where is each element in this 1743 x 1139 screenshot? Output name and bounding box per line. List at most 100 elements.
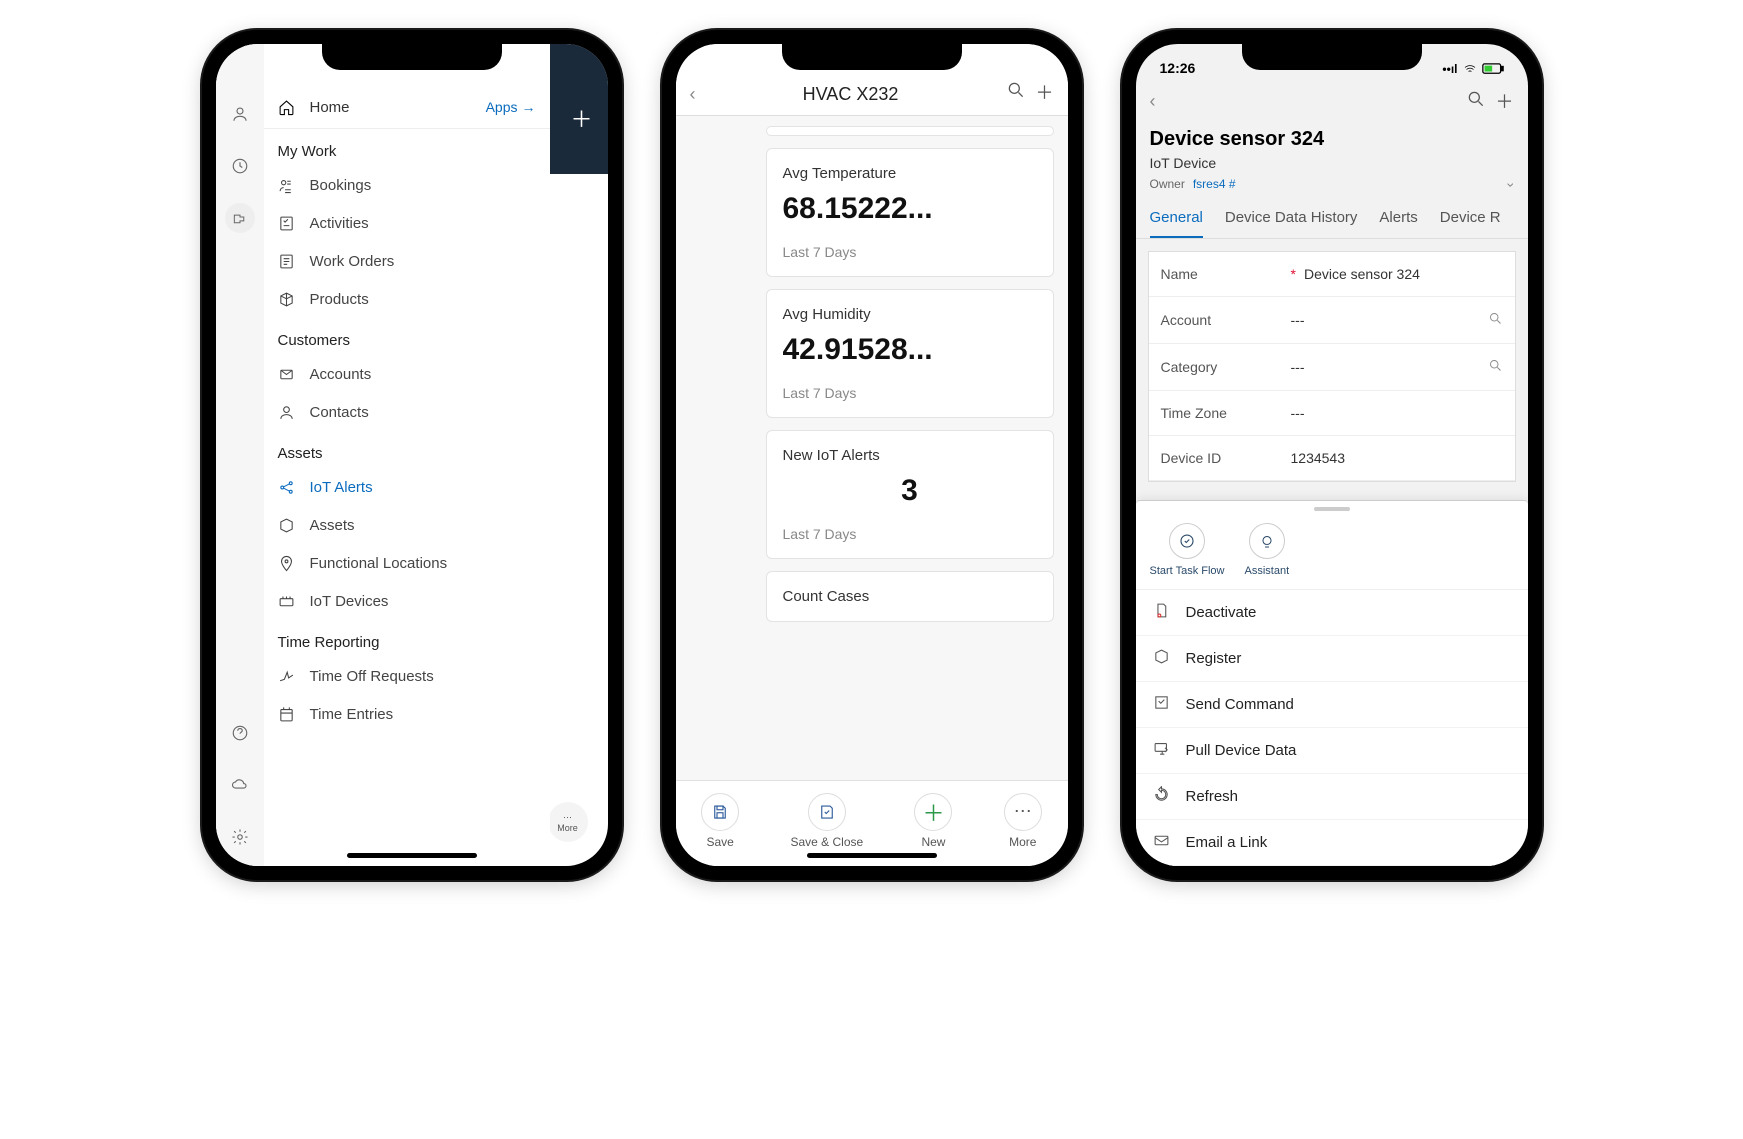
person-icon[interactable] <box>225 99 255 129</box>
nav-contacts[interactable]: Contacts <box>264 393 550 431</box>
nav-iotalerts[interactable]: IoT Alerts <box>264 468 550 506</box>
action-sendcommand[interactable]: Send Command <box>1136 682 1528 728</box>
tab-devicer[interactable]: Device R <box>1440 209 1501 238</box>
tab-history[interactable]: Device Data History <box>1225 209 1358 238</box>
help-icon[interactable] <box>225 718 255 748</box>
card-label: Count Cases <box>783 588 1037 605</box>
action-refresh[interactable]: Refresh <box>1136 774 1528 820</box>
field-category[interactable]: Category--- <box>1149 344 1515 391</box>
nav-locations[interactable]: Functional Locations <box>264 544 550 582</box>
card-sub: Last 7 Days <box>783 385 1037 401</box>
action-deactivate[interactable]: Deactivate <box>1136 590 1528 636</box>
field-name[interactable]: Name*Device sensor 324 <box>1149 252 1515 297</box>
deactivate-icon <box>1152 602 1172 623</box>
assets-icon <box>278 516 296 534</box>
tab-general[interactable]: General <box>1150 209 1203 238</box>
section-time: Time Reporting <box>264 620 550 657</box>
back-icon[interactable]: ‹ <box>690 84 696 105</box>
iotalerts-icon <box>278 478 296 496</box>
nav-workorders[interactable]: Work Orders <box>264 242 550 280</box>
search-icon[interactable] <box>1466 89 1486 114</box>
action-register[interactable]: Register <box>1136 636 1528 682</box>
bookings-icon <box>278 176 296 194</box>
record-title: Device sensor 324 <box>1136 124 1528 151</box>
field-deviceid[interactable]: Device ID1234543 <box>1149 436 1515 481</box>
back-icon[interactable]: ‹ <box>1150 91 1156 112</box>
cloud-icon[interactable] <box>225 770 255 800</box>
lookup-icon[interactable] <box>1488 311 1503 329</box>
saveclose-icon <box>808 793 846 831</box>
add-icon[interactable]: ＋ <box>1496 88 1514 114</box>
nav-products[interactable]: Products <box>264 280 550 318</box>
owner-link[interactable]: fsres4 # <box>1193 177 1236 193</box>
clock-icon[interactable] <box>225 151 255 181</box>
rail <box>216 44 264 866</box>
phone-device: 12:26 ••ıl ‹ ＋ Device sensor 324 IoT Dev… <box>1122 30 1542 880</box>
card-humidity[interactable]: Avg Humidity 42.91528... Last 7 Days <box>766 289 1054 418</box>
card-cases[interactable]: Count Cases <box>766 571 1054 622</box>
section-assets: Assets <box>264 431 550 468</box>
card-value: 42.91528... <box>783 333 1037 367</box>
action-emaillink[interactable]: Email a Link <box>1136 820 1528 866</box>
taskflow-icon <box>1169 523 1205 559</box>
assistant-icon <box>1249 523 1285 559</box>
home-icon <box>278 98 296 116</box>
products-icon <box>278 290 296 308</box>
card-label: New IoT Alerts <box>783 447 1037 464</box>
tab-alerts[interactable]: Alerts <box>1379 209 1417 238</box>
nav-assets[interactable]: Assets <box>264 506 550 544</box>
pin-icon[interactable] <box>225 203 255 233</box>
card-sub: Last 7 Days <box>783 526 1037 542</box>
nav-timeentries[interactable]: Time Entries <box>264 695 550 733</box>
accounts-icon <box>278 365 296 383</box>
card-alerts[interactable]: New IoT Alerts 3 Last 7 Days <box>766 430 1054 559</box>
field-account[interactable]: Account--- <box>1149 297 1515 344</box>
chip-assistant[interactable]: Assistant <box>1245 523 1290 577</box>
pulldata-icon <box>1152 740 1172 761</box>
nav-activities[interactable]: Activities <box>264 204 550 242</box>
tabs: General Device Data History Alerts Devic… <box>1136 199 1528 239</box>
card-temperature[interactable]: Avg Temperature 68.15222... Last 7 Days <box>766 148 1054 277</box>
card-value: 3 <box>783 474 1037 508</box>
nav-drawer: Home Apps → My Work Bookings Activities … <box>216 44 550 866</box>
nav-home[interactable]: Home Apps → <box>264 86 550 129</box>
register-icon <box>1152 648 1172 669</box>
search-icon[interactable] <box>1006 80 1026 105</box>
save-button[interactable]: Save <box>701 793 739 849</box>
timeoff-icon <box>278 667 296 685</box>
contacts-icon <box>278 403 296 421</box>
apps-link[interactable]: Apps → <box>486 99 536 115</box>
add-icon[interactable]: ＋ <box>570 102 592 134</box>
new-button[interactable]: ＋New <box>914 793 952 849</box>
saveclose-button[interactable]: Save & Close <box>790 793 863 849</box>
add-icon[interactable]: ＋ <box>1036 79 1054 105</box>
more-icon: ⋯ <box>1004 793 1042 831</box>
chevron-down-icon[interactable]: › <box>1503 183 1519 188</box>
phone-dashboard: ‹ HVAC X232 ＋ Avg Temperature 68.15222..… <box>662 30 1082 880</box>
action-sheet: Start Task Flow Assistant Deactivate Reg… <box>1136 500 1528 866</box>
owner-row: Owner fsres4 # › <box>1136 171 1528 199</box>
section-mywork: My Work <box>264 129 550 166</box>
home-label: Home <box>310 99 350 116</box>
nav-accounts[interactable]: Accounts <box>264 355 550 393</box>
email-icon <box>1152 832 1172 853</box>
plus-icon: ＋ <box>914 793 952 831</box>
page-title: HVAC X232 <box>706 84 996 105</box>
gear-icon[interactable] <box>225 822 255 852</box>
iotdevices-icon <box>278 592 296 610</box>
more-button[interactable]: ⋯More <box>1004 793 1042 849</box>
nav-bookings[interactable]: Bookings <box>264 166 550 204</box>
nav-timeoff[interactable]: Time Off Requests <box>264 657 550 695</box>
nav-iotdevices[interactable]: IoT Devices <box>264 582 550 620</box>
card-label: Avg Humidity <box>783 306 1037 323</box>
card-value: 68.15222... <box>783 192 1037 226</box>
locations-icon <box>278 554 296 572</box>
chip-taskflow[interactable]: Start Task Flow <box>1150 523 1225 577</box>
field-timezone[interactable]: Time Zone--- <box>1149 391 1515 436</box>
sheet-handle[interactable] <box>1314 507 1350 511</box>
activities-icon <box>278 214 296 232</box>
action-pulldata[interactable]: Pull Device Data <box>1136 728 1528 774</box>
more-button[interactable]: ⋯More <box>548 802 588 842</box>
phone-nav: ＋ ⋯More Home Apps → My Work Bookin <box>202 30 622 880</box>
lookup-icon[interactable] <box>1488 358 1503 376</box>
